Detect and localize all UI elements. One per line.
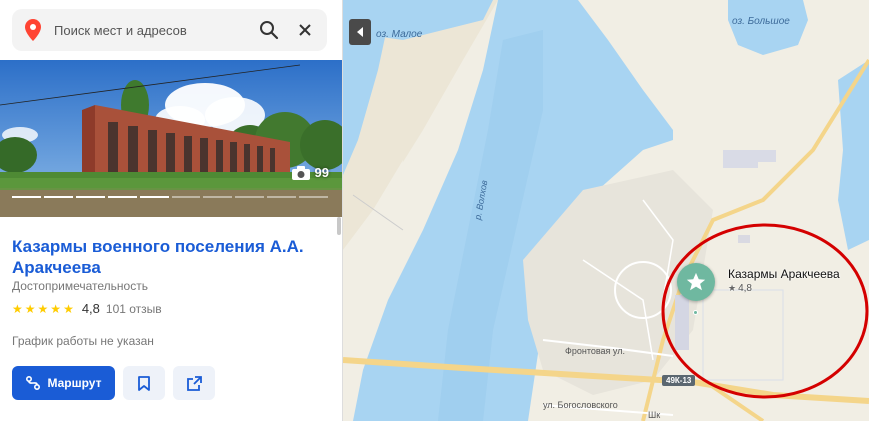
rating-value: 4,8 [81,301,100,316]
star-icon: ★ [24,301,36,316]
pin-anchor-dot [693,310,698,315]
rating-stars: ★ ★ ★ ★ ★ [12,303,74,315]
close-button[interactable] [287,12,323,48]
photo-progress-segment [235,196,265,198]
photo-progress-segment [203,196,233,198]
route-button[interactable]: Маршрут [12,366,115,400]
street-front-label: Фронтовая ул. [565,346,625,356]
photo-progress-segment [267,196,297,198]
search-button[interactable] [251,12,287,48]
place-photo[interactable]: 99 [0,60,342,217]
star-icon: ★ [50,301,62,316]
bookmark-icon [138,375,150,391]
photo-count[interactable]: 99 [291,165,329,180]
photo-progress-segment [75,196,105,198]
route-button-label: Маршрут [47,376,102,390]
reviews-link[interactable]: 101 отзыв [106,302,162,316]
photo-progress-segment [107,196,137,198]
place-panel: 99 Казармы военного поселения А.А. Аракч… [0,0,343,421]
working-hours: График работы не указан [12,334,154,348]
collapse-panel-button[interactable] [349,19,371,45]
star-icon [686,272,706,291]
pin-title[interactable]: Казармы Аракчеева [728,267,840,281]
pin-rating: ★ 4,8 [728,283,752,294]
search-input[interactable] [54,22,251,38]
place-category: Достопримечательность [12,279,148,293]
photo-progress-segment [43,196,73,198]
close-icon [299,24,311,36]
photo-progress-segment [171,196,201,198]
street-partial-label: Шк [648,410,661,420]
photo-progress-segment [139,196,169,198]
photo-progress [12,196,329,198]
rating-row: ★ ★ ★ ★ ★ 4,8 101 отзыв [12,301,162,316]
photo-image [0,60,342,217]
star-icon: ★ [63,301,74,316]
share-button[interactable] [173,366,215,400]
small-star-icon: ★ [728,283,737,293]
chevron-left-icon [357,27,363,37]
search-icon [260,21,279,40]
photo-progress-segment [12,196,41,198]
map-background [343,0,869,421]
lake-malo-label: оз. Малое [376,29,423,40]
bookmark-button[interactable] [123,366,165,400]
star-icon: ★ [12,301,23,316]
search-box [12,9,327,51]
route-icon [26,375,41,391]
location-pin-icon [24,19,42,41]
road-code-badge: 49К-13 [662,375,696,386]
pin-rating-value: 4,8 [738,283,752,294]
star-icon: ★ [37,301,49,316]
camera-icon [291,165,310,180]
search-bar [0,0,342,60]
map-canvas[interactable]: оз. Малое оз. Большое р. Волхов Фронтова… [343,0,869,421]
place-title[interactable]: Казармы военного поселения А.А. Аракчеев… [12,236,332,278]
share-icon [186,375,202,391]
photo-count-value: 99 [314,165,329,180]
street-bogoslovsky-label: ул. Богословского [543,400,618,410]
photo-progress-segment [299,196,329,198]
lake-bolshoe-label: оз. Большое [732,16,790,27]
panel-scrollbar[interactable] [337,217,341,235]
place-pin[interactable] [677,263,715,301]
